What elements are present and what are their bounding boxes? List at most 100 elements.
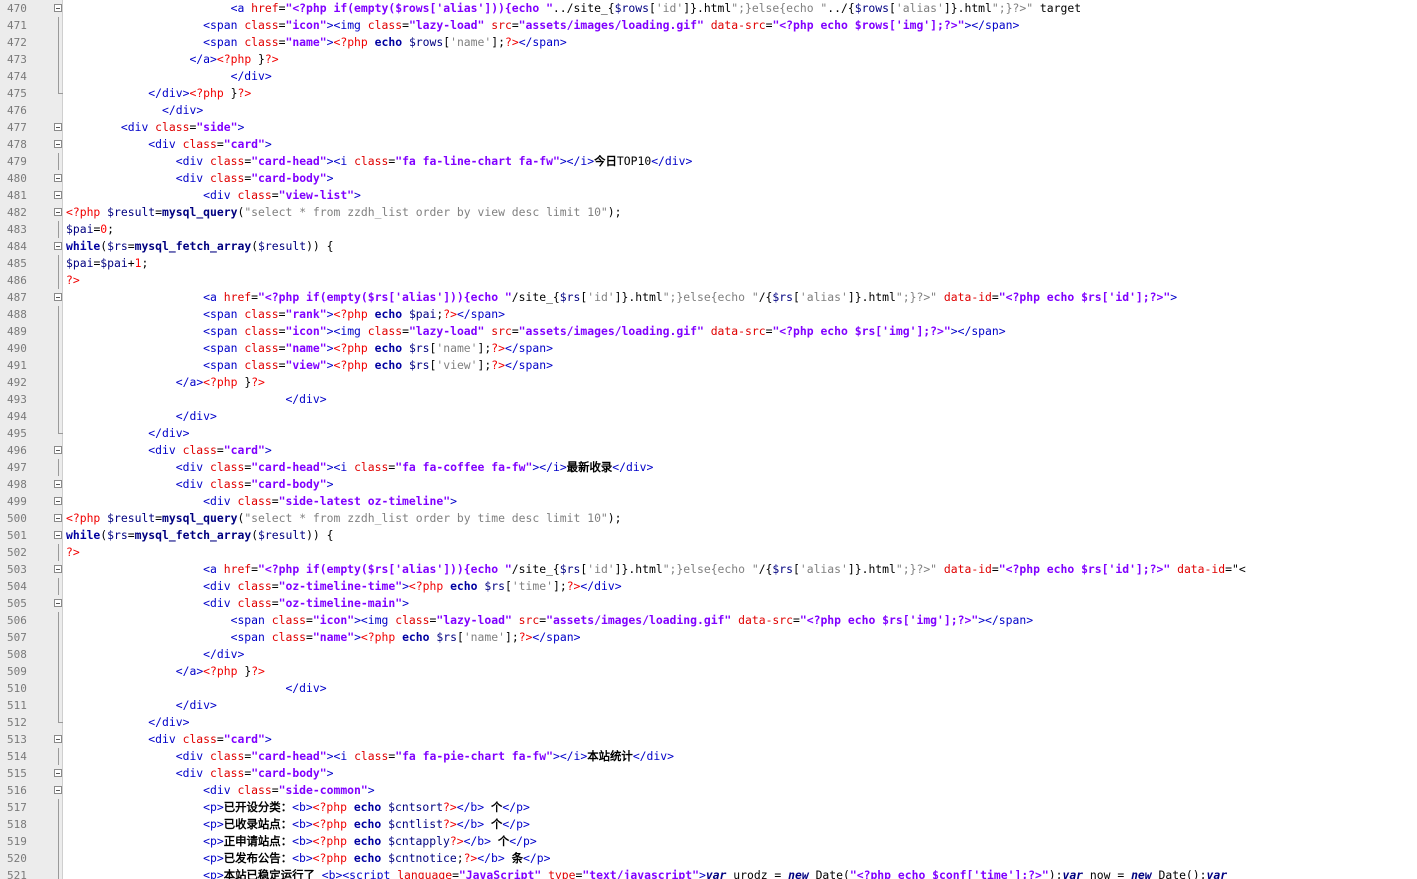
code-line[interactable]: 503 <a href="<?php if(empty($rs['alias']… <box>0 561 1417 578</box>
code-text[interactable]: <div class="side"> <box>66 119 244 136</box>
code-text[interactable]: <span class="icon"><img class="lazy-load… <box>66 323 1005 340</box>
fold-toggle-icon[interactable] <box>54 123 62 131</box>
code-text[interactable]: <span class="view"><?php echo $rs['view'… <box>66 357 553 374</box>
fold-toggle-icon[interactable] <box>54 242 62 250</box>
code-line[interactable]: 515 <div class="card-body"> <box>0 765 1417 782</box>
fold-toggle-icon[interactable] <box>54 140 62 148</box>
code-text[interactable]: </div> <box>66 408 217 425</box>
code-text[interactable]: <p>已收录站点：<b><?php echo $cntlist?></b> 个<… <box>66 816 530 833</box>
code-text[interactable]: <a href="<?php if(empty($rows['alias']))… <box>66 0 1081 17</box>
code-line[interactable]: 474 </div> <box>0 68 1417 85</box>
code-line[interactable]: 478 <div class="card"> <box>0 136 1417 153</box>
code-line[interactable]: 473 </a><?php }?> <box>0 51 1417 68</box>
fold-toggle-icon[interactable] <box>54 769 62 777</box>
code-line[interactable]: 519 <p>正申请站点：<b><?php echo $cntapply?></… <box>0 833 1417 850</box>
fold-toggle-icon[interactable] <box>54 293 62 301</box>
code-line[interactable]: 481 <div class="view-list"> <box>0 187 1417 204</box>
code-line[interactable]: 495 </div> <box>0 425 1417 442</box>
code-line[interactable]: 502 ?> <box>0 544 1417 561</box>
code-text[interactable]: <span class="name"><?php echo $rs['name'… <box>66 629 581 646</box>
code-line[interactable]: 471 <span class="icon"><img class="lazy-… <box>0 17 1417 34</box>
code-line[interactable]: 490 <span class="name"><?php echo $rs['n… <box>0 340 1417 357</box>
code-editor[interactable]: 470 <a href="<?php if(empty($rows['alias… <box>0 0 1417 879</box>
code-text[interactable]: <?php $result=mysql_query("select * from… <box>66 510 622 527</box>
code-line[interactable]: 479 <div class="card-head"><i class="fa … <box>0 153 1417 170</box>
code-text[interactable]: </div> <box>66 646 244 663</box>
code-line[interactable]: 511 </div> <box>0 697 1417 714</box>
fold-toggle-icon[interactable] <box>54 208 62 216</box>
code-text[interactable]: <div class="card-body"> <box>66 170 334 187</box>
fold-toggle-icon[interactable] <box>54 480 62 488</box>
code-line[interactable]: 501 while($rs=mysql_fetch_array($result))… <box>0 527 1417 544</box>
code-text[interactable]: <span class="icon"><img class="lazy-load… <box>66 17 1019 34</box>
code-text[interactable]: while($rs=mysql_fetch_array($result)) { <box>66 527 334 544</box>
code-text[interactable]: <div class="view-list"> <box>66 187 361 204</box>
code-text[interactable]: <p>已开设分类：<b><?php echo $cntsort?></b> 个<… <box>66 799 530 816</box>
code-text[interactable]: ?> <box>66 272 80 289</box>
code-text[interactable]: <div class="card"> <box>66 442 271 459</box>
code-line[interactable]: 500 <?php $result=mysql_query("select * f… <box>0 510 1417 527</box>
code-line[interactable]: 470 <a href="<?php if(empty($rows['alias… <box>0 0 1417 17</box>
code-line[interactable]: 510 </div> <box>0 680 1417 697</box>
code-area[interactable]: 470 <a href="<?php if(empty($rows['alias… <box>0 0 1417 879</box>
code-line[interactable]: 489 <span class="icon"><img class="lazy-… <box>0 323 1417 340</box>
code-line[interactable]: 486 ?> <box>0 272 1417 289</box>
code-line[interactable]: 497 <div class="card-head"><i class="fa … <box>0 459 1417 476</box>
code-text[interactable]: <div class="card-body"> <box>66 476 334 493</box>
code-line[interactable]: 488 <span class="rank"><?php echo $pai;?… <box>0 306 1417 323</box>
fold-toggle-icon[interactable] <box>54 786 62 794</box>
code-text[interactable]: </div> <box>66 391 326 408</box>
fold-toggle-icon[interactable] <box>54 735 62 743</box>
code-text[interactable]: <div class="oz-timeline-time"><?php echo… <box>66 578 621 595</box>
code-text[interactable]: <a href="<?php if(empty($rs['alias'])){e… <box>66 561 1246 578</box>
code-line[interactable]: 516 <div class="side-common"> <box>0 782 1417 799</box>
code-text[interactable]: </div> <box>66 425 189 442</box>
code-text[interactable]: <span class="name"><?php echo $rows['nam… <box>66 34 567 51</box>
code-line[interactable]: 517 <p>已开设分类：<b><?php echo $cntsort?></b… <box>0 799 1417 816</box>
fold-toggle-icon[interactable] <box>54 191 62 199</box>
code-text[interactable]: <?php $result=mysql_query("select * from… <box>66 204 622 221</box>
code-line[interactable]: 484 while($rs=mysql_fetch_array($result))… <box>0 238 1417 255</box>
code-text[interactable]: <span class="rank"><?php echo $pai;?></s… <box>66 306 505 323</box>
fold-toggle-icon[interactable] <box>54 497 62 505</box>
code-text[interactable]: <div class="card-body"> <box>66 765 334 782</box>
code-line[interactable]: 512 </div> <box>0 714 1417 731</box>
code-line[interactable]: 476 </div> <box>0 102 1417 119</box>
code-line[interactable]: 507 <span class="name"><?php echo $rs['n… <box>0 629 1417 646</box>
code-text[interactable]: </div> <box>66 68 272 85</box>
code-line[interactable]: 487 <a href="<?php if(empty($rs['alias']… <box>0 289 1417 306</box>
code-line[interactable]: 483 $pai=0; <box>0 221 1417 238</box>
code-text[interactable]: </div> <box>66 697 217 714</box>
code-text[interactable]: <div class="side-common"> <box>66 782 374 799</box>
code-line[interactable]: 514 <div class="card-head"><i class="fa … <box>0 748 1417 765</box>
code-line[interactable]: 513 <div class="card"> <box>0 731 1417 748</box>
code-text[interactable]: </a><?php }?> <box>66 51 278 68</box>
code-line[interactable]: 505 <div class="oz-timeline-main"> <box>0 595 1417 612</box>
code-text[interactable]: <p>已发布公告：<b><?php echo $cntnotice;?></b>… <box>66 850 550 867</box>
code-line[interactable]: 472 <span class="name"><?php echo $rows[… <box>0 34 1417 51</box>
code-text[interactable]: <p>正申请站点：<b><?php echo $cntapply?></b> 个… <box>66 833 537 850</box>
code-text[interactable]: <div class="card"> <box>66 136 271 153</box>
code-text[interactable]: ?> <box>66 544 80 561</box>
code-text[interactable]: </div> <box>66 714 189 731</box>
code-text[interactable]: </a><?php }?> <box>66 663 265 680</box>
code-line[interactable]: 518 <p>已收录站点：<b><?php echo $cntlist?></b… <box>0 816 1417 833</box>
code-line[interactable]: 506 <span class="icon"><img class="lazy-… <box>0 612 1417 629</box>
fold-toggle-icon[interactable] <box>54 4 62 12</box>
code-text[interactable]: <a href="<?php if(empty($rs['alias'])){e… <box>66 289 1177 306</box>
code-text[interactable]: <div class="oz-timeline-main"> <box>66 595 409 612</box>
code-text[interactable]: <div class="side-latest oz-timeline"> <box>66 493 457 510</box>
code-line[interactable]: 520 <p>已发布公告：<b><?php echo $cntnotice;?>… <box>0 850 1417 867</box>
code-line[interactable]: 492 </a><?php }?> <box>0 374 1417 391</box>
fold-toggle-icon[interactable] <box>54 531 62 539</box>
fold-toggle-icon[interactable] <box>54 174 62 182</box>
code-text[interactable]: <span class="icon"><img class="lazy-load… <box>66 612 1033 629</box>
code-line[interactable]: 494 </div> <box>0 408 1417 425</box>
fold-toggle-icon[interactable] <box>54 599 62 607</box>
code-text[interactable]: <div class="card-head"><i class="fa fa-p… <box>66 748 674 765</box>
code-line[interactable]: 475 </div><?php }?> <box>0 85 1417 102</box>
fold-toggle-icon[interactable] <box>54 565 62 573</box>
code-line[interactable]: 493 </div> <box>0 391 1417 408</box>
code-text[interactable]: <div class="card-head"><i class="fa fa-c… <box>66 459 654 476</box>
code-line[interactable]: 482 <?php $result=mysql_query("select * f… <box>0 204 1417 221</box>
